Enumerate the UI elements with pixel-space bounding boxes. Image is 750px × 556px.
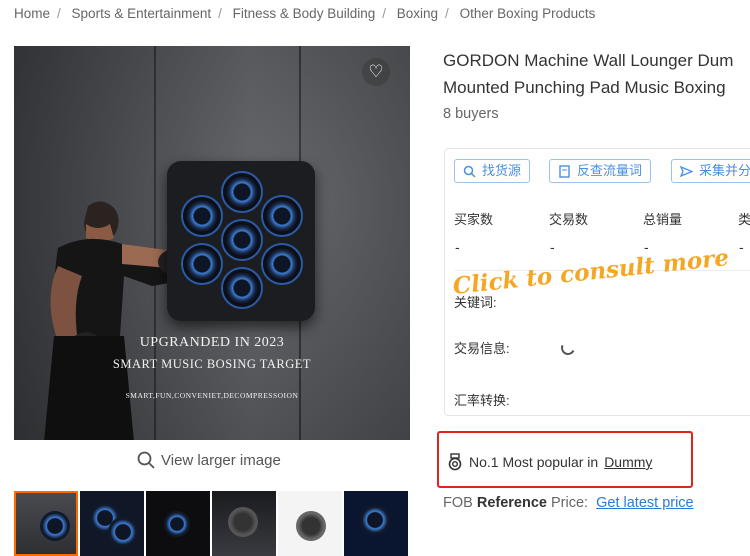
popular-category-link[interactable]: Dummy [604,454,652,470]
view-larger-label: View larger image [161,451,281,469]
stat-label-buyers: 买家数 [454,212,494,227]
product-title-line2: Mounted Punching Pad Music Boxing [443,78,726,97]
product-title: GORDON Machine Wall Lounger Dum Mounted … [443,47,750,101]
breadcrumb-boxing[interactable]: Boxing [397,6,438,21]
document-icon [559,164,570,178]
image-caption-3: SMART,FUN,CONVENIET,DECOMPRESSOIΟN [125,391,299,400]
thumbnail[interactable] [344,491,408,556]
image-caption-2: SMART MUSIC BOSING TARGET [112,357,312,371]
main-product-image[interactable]: ♡ UPGRANDED IN 2023 SMART MUSIC BOSING T… [14,46,410,440]
reverse-keyword-button[interactable]: 反查流量词 [549,159,652,183]
most-popular-highlight: No.1 Most popular in Dummy [437,431,693,488]
consult-more-overlay[interactable]: Click to consult more [452,244,731,300]
most-popular-text: No.1 Most popular in [469,454,599,470]
exchange-rate-label: 汇率转换: [454,393,510,408]
breadcrumb-separator: / [445,6,449,21]
stat-value-transactions: - [550,239,555,255]
breadcrumb-separator: / [218,6,222,21]
collect-label: 采集并分 [699,163,750,178]
smart-target [167,161,315,321]
breadcrumb-sports[interactable]: Sports & Entertainment [72,6,212,21]
fob-price-row: FOB Reference Price: Get latest price [443,495,694,511]
view-larger-image-link[interactable]: View larger image [137,451,281,469]
loading-spinner-icon [559,339,577,357]
fob-price-label: Price: [551,495,589,511]
fob-reference-label: Reference [476,495,547,511]
search-icon [463,165,476,178]
breadcrumb-other-boxing[interactable]: Other Boxing Products [460,6,596,21]
fob-label: FOB [443,495,473,511]
stat-label-category: 类 [738,212,750,227]
stat-value-buyers: - [455,239,460,255]
stat-value-category: - [739,239,744,255]
breadcrumb: Home / Sports & Entertainment / Fitness & … [14,6,595,21]
find-source-button[interactable]: 找货源 [454,159,531,183]
transaction-info-label: 交易信息: [454,341,510,356]
thumbnail[interactable] [146,491,210,556]
collect-button[interactable]: 采集并分 [671,159,750,183]
thumbnail[interactable] [14,491,78,556]
thumbnail-strip [14,491,410,556]
breadcrumb-home[interactable]: Home [14,6,50,21]
breadcrumb-separator: / [57,6,61,21]
thumbnail[interactable] [80,491,144,556]
find-source-label: 找货源 [482,163,522,178]
target-pad [261,195,303,237]
target-pad [221,219,263,261]
target-pad [261,243,303,285]
target-pad [181,243,223,285]
most-popular-badge: No.1 Most popular in Dummy [447,453,652,471]
image-caption-1: UPGRANDED IN 2023 [139,335,285,350]
buyers-count: 8 buyers [443,106,499,122]
get-latest-price-link[interactable]: Get latest price [596,495,694,511]
stat-label-total-sales: 总销量 [643,212,683,227]
thumbnail[interactable] [212,491,276,556]
sourcing-plugin-panel: 找货源 反查流量词 采集并分 买家数 交易数 总销量 类 - - - - 关键词… [444,148,750,416]
breadcrumb-separator: / [382,6,386,21]
magnifier-icon [137,451,155,469]
target-pad [221,171,263,213]
send-icon [680,165,693,177]
breadcrumb-fitness[interactable]: Fitness & Body Building [233,6,376,21]
reverse-keyword-label: 反查流量词 [577,163,643,178]
target-pad [181,195,223,237]
target-pad [221,267,263,309]
product-title-line1: GORDON Machine Wall Lounger Dum [443,51,734,70]
thumbnail[interactable] [278,491,342,556]
stat-label-transactions: 交易数 [549,212,589,227]
favorite-heart-icon[interactable]: ♡ [362,58,390,86]
medal-icon [448,453,462,471]
